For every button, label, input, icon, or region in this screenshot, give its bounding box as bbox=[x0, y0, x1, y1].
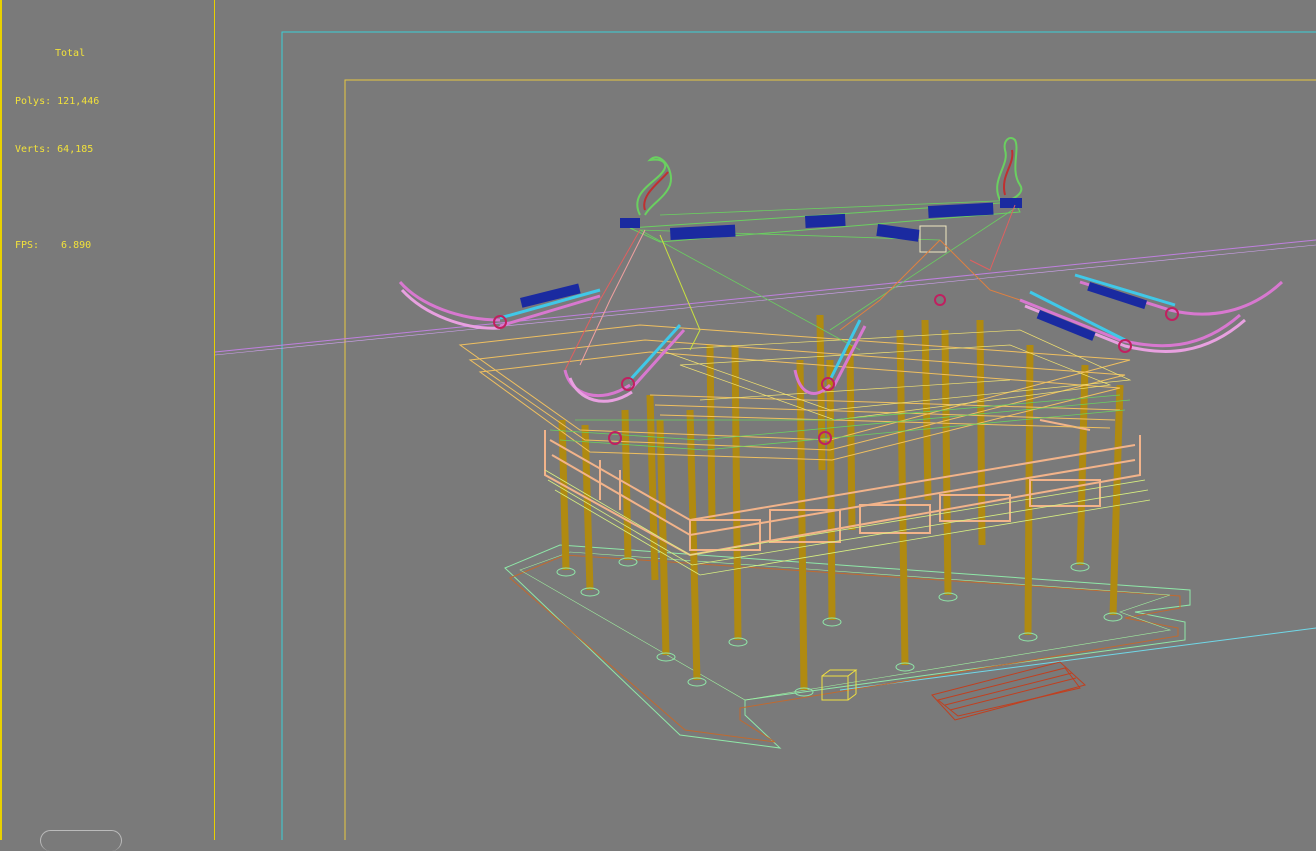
roof-wing-front-left bbox=[563, 323, 686, 403]
base-platform bbox=[504, 544, 1191, 749]
guide-line-purple-2 bbox=[214, 244, 1316, 356]
roof-wing-right bbox=[1019, 273, 1284, 353]
roof-wing-left bbox=[398, 281, 601, 330]
guide-line-purple bbox=[214, 239, 1316, 353]
perspective-viewport[interactable] bbox=[0, 0, 1316, 840]
guide-line-cyan bbox=[839, 627, 1316, 691]
railings bbox=[544, 419, 1141, 557]
front-steps bbox=[931, 661, 1087, 721]
helper-box bbox=[821, 669, 858, 701]
upper-ridge bbox=[629, 201, 1021, 253]
